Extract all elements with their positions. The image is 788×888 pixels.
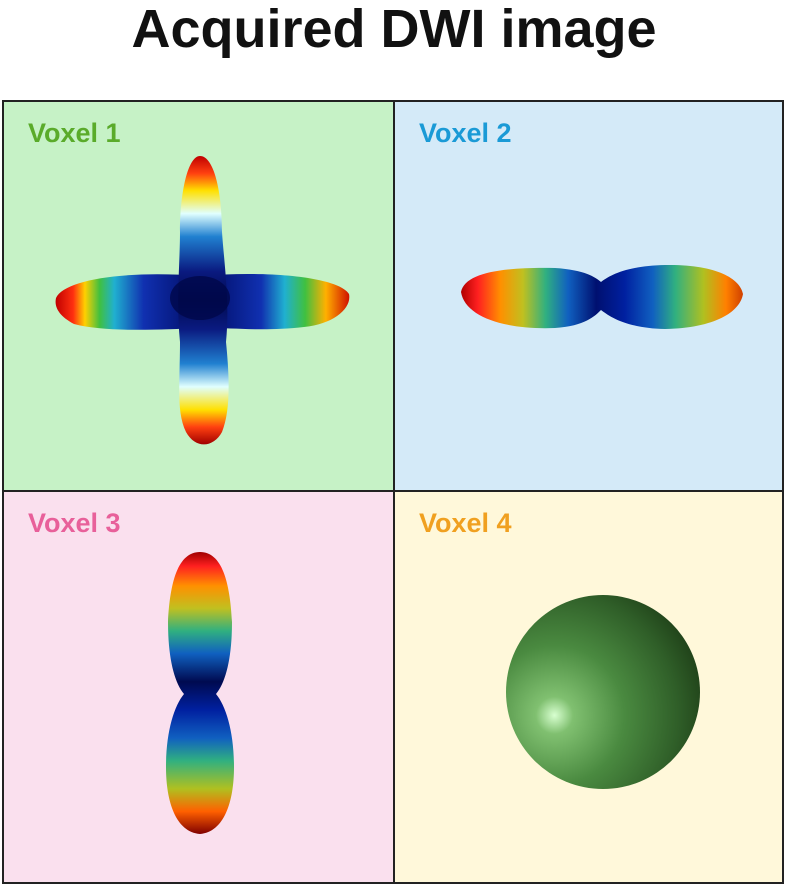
horizontal-fiber-odf-icon [461, 264, 743, 329]
voxel-1-panel: Voxel 1 [4, 102, 395, 492]
voxel-4-label: Voxel 4 [419, 508, 512, 538]
voxel-2-panel: Voxel 2 [395, 102, 782, 492]
isotropic-sphere-icon [506, 595, 700, 789]
voxel-3-panel: Voxel 3 [4, 492, 395, 882]
crossing-fibers-odf-icon [55, 156, 350, 445]
page-title: Acquired DWI image [131, 0, 657, 59]
voxel-1-label: Voxel 1 [28, 118, 121, 148]
voxel-grid: Voxel 1 Voxel 2 Voxel 3 Voxel 4 [2, 100, 784, 884]
voxel-4-panel: Voxel 4 [395, 492, 782, 882]
vertical-fiber-odf-icon [166, 552, 234, 834]
voxel-3-label: Voxel 3 [28, 508, 121, 538]
voxel-2-label: Voxel 2 [419, 118, 512, 148]
